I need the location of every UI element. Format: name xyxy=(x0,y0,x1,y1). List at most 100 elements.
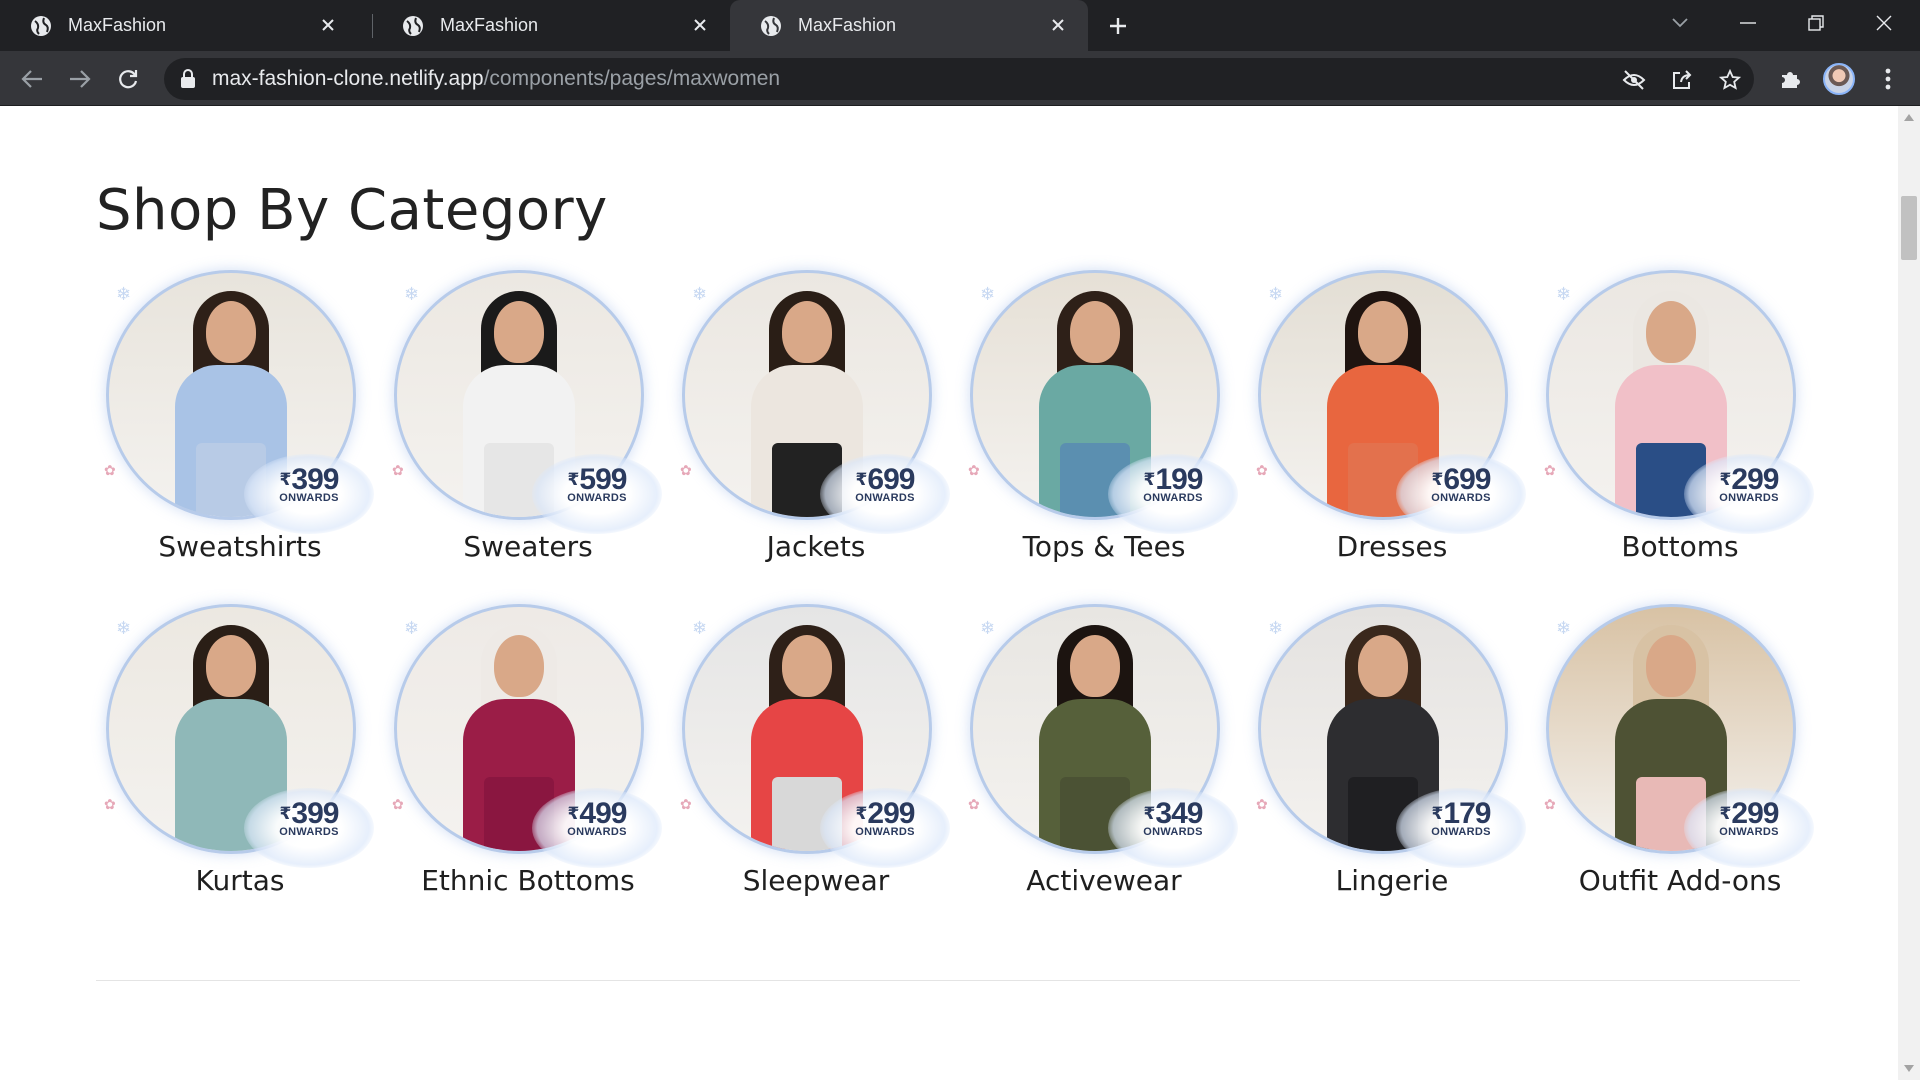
minimize-icon[interactable] xyxy=(1730,8,1766,38)
snowflake-icon: ❄ xyxy=(980,618,996,638)
category-label[interactable]: Sweatshirts xyxy=(96,530,384,563)
close-icon[interactable] xyxy=(1046,13,1070,37)
flower-icon: ✿ xyxy=(1544,462,1556,478)
flower-icon: ✿ xyxy=(1544,796,1556,812)
category-card-tops-tees[interactable]: ❄ ✿ ₹199 ONWARDS Tops & Tees xyxy=(960,266,1248,584)
snowflake-icon: ❄ xyxy=(1268,618,1284,638)
flower-icon: ✿ xyxy=(968,462,980,478)
category-card-lingerie[interactable]: ❄ ✿ ₹179 ONWARDS Lingerie xyxy=(1248,600,1536,918)
page-title: Shop By Category xyxy=(96,178,608,243)
category-label[interactable]: Dresses xyxy=(1248,530,1536,563)
category-label[interactable]: Kurtas xyxy=(96,864,384,897)
browser-tab-strip: MaxFashion MaxFashion MaxFashion xyxy=(0,0,1920,51)
tab-title: MaxFashion xyxy=(68,15,167,35)
category-card-jackets[interactable]: ❄ ✿ ₹699 ONWARDS Jackets xyxy=(672,266,960,584)
snowflake-icon: ❄ xyxy=(980,284,996,304)
price-badge: ₹499 ONWARDS xyxy=(542,799,652,839)
rupee-icon: ₹ xyxy=(567,804,580,823)
category-card-ethnic-bottoms[interactable]: ❄ ✿ ₹499 ONWARDS Ethnic Bottoms xyxy=(384,600,672,918)
scroll-up-arrow-icon[interactable] xyxy=(1904,114,1914,121)
flower-icon: ✿ xyxy=(392,462,404,478)
category-label[interactable]: Outfit Add-ons xyxy=(1536,864,1824,897)
price-note: ONWARDS xyxy=(1719,826,1779,838)
close-window-icon[interactable] xyxy=(1866,8,1902,38)
rupee-icon: ₹ xyxy=(567,470,580,489)
category-card-bottoms[interactable]: ❄ ✿ ₹299 ONWARDS Bottoms xyxy=(1536,266,1824,584)
tab-search-icon[interactable] xyxy=(1662,8,1698,38)
price-badge: ₹599 ONWARDS xyxy=(542,465,652,505)
category-card-sweatshirts[interactable]: ❄ ✿ ₹399 ONWARDS Sweatshirts xyxy=(96,266,384,584)
snowflake-icon: ❄ xyxy=(404,284,420,304)
flower-icon: ✿ xyxy=(104,462,116,478)
category-card-sweaters[interactable]: ❄ ✿ ₹599 ONWARDS Sweaters xyxy=(384,266,672,584)
plus-icon[interactable] xyxy=(1104,12,1132,40)
eye-off-icon[interactable] xyxy=(1621,67,1647,93)
model-head xyxy=(494,301,544,363)
restore-icon[interactable] xyxy=(1798,8,1834,38)
price-note: ONWARDS xyxy=(567,826,627,838)
model-head xyxy=(1358,301,1408,363)
snowflake-icon: ❄ xyxy=(404,618,420,638)
price-badge: ₹299 ONWARDS xyxy=(1694,799,1804,839)
rupee-icon: ₹ xyxy=(1719,470,1732,489)
scroll-down-arrow-icon[interactable] xyxy=(1904,1065,1914,1072)
tab-title: MaxFashion xyxy=(440,15,539,35)
globe-icon xyxy=(30,15,52,37)
flower-icon: ✿ xyxy=(680,796,692,812)
category-label[interactable]: Sleepwear xyxy=(672,864,960,897)
category-label[interactable]: Lingerie xyxy=(1248,864,1536,897)
url-path: /components/pages/maxwomen xyxy=(483,67,781,90)
price-note: ONWARDS xyxy=(1143,492,1203,504)
rupee-icon: ₹ xyxy=(855,804,868,823)
reload-icon[interactable] xyxy=(112,63,144,95)
model-head xyxy=(1358,635,1408,697)
scrollbar-thumb[interactable] xyxy=(1901,196,1917,260)
category-label[interactable]: Sweaters xyxy=(384,530,672,563)
price-badge: ₹299 ONWARDS xyxy=(1694,465,1804,505)
arrow-right-icon[interactable] xyxy=(64,63,96,95)
rupee-icon: ₹ xyxy=(1719,804,1732,823)
price-badge: ₹179 ONWARDS xyxy=(1406,799,1516,839)
rupee-icon: ₹ xyxy=(279,804,292,823)
model-head xyxy=(1646,635,1696,697)
avatar[interactable] xyxy=(1823,63,1855,95)
kebab-menu-icon[interactable] xyxy=(1874,65,1902,93)
address-bar[interactable]: max-fashion-clone.netlify.app/components… xyxy=(164,58,1754,100)
category-label[interactable]: Bottoms xyxy=(1536,530,1824,563)
arrow-left-icon[interactable] xyxy=(16,63,48,95)
price-note: ONWARDS xyxy=(279,826,339,838)
category-card-outfit-add-ons[interactable]: ❄ ✿ ₹299 ONWARDS Outfit Add-ons xyxy=(1536,600,1824,918)
flower-icon: ✿ xyxy=(104,796,116,812)
flower-icon: ✿ xyxy=(1256,462,1268,478)
category-card-sleepwear[interactable]: ❄ ✿ ₹299 ONWARDS Sleepwear xyxy=(672,600,960,918)
flower-icon: ✿ xyxy=(968,796,980,812)
category-label[interactable]: Activewear xyxy=(960,864,1248,897)
price-badge: ₹699 ONWARDS xyxy=(1406,465,1516,505)
browser-tab[interactable]: MaxFashion xyxy=(0,0,358,51)
star-icon[interactable] xyxy=(1717,67,1743,93)
vertical-scrollbar[interactable] xyxy=(1898,106,1920,1080)
model-head xyxy=(206,301,256,363)
snowflake-icon: ❄ xyxy=(692,618,708,638)
rupee-icon: ₹ xyxy=(1143,804,1156,823)
model-head xyxy=(782,301,832,363)
category-label[interactable]: Ethnic Bottoms xyxy=(384,864,672,897)
share-icon[interactable] xyxy=(1669,67,1695,93)
browser-tab-active[interactable]: MaxFashion xyxy=(730,0,1088,51)
price-badge: ₹399 ONWARDS xyxy=(254,465,364,505)
model-head xyxy=(1070,635,1120,697)
browser-tab[interactable]: MaxFashion xyxy=(372,0,730,51)
category-card-activewear[interactable]: ❄ ✿ ₹349 ONWARDS Activewear xyxy=(960,600,1248,918)
puzzle-icon[interactable] xyxy=(1776,65,1804,93)
category-card-kurtas[interactable]: ❄ ✿ ₹399 ONWARDS Kurtas xyxy=(96,600,384,918)
price-note: ONWARDS xyxy=(1719,492,1779,504)
close-icon[interactable] xyxy=(688,13,712,37)
category-label[interactable]: Tops & Tees xyxy=(960,530,1248,563)
category-card-dresses[interactable]: ❄ ✿ ₹699 ONWARDS Dresses xyxy=(1248,266,1536,584)
close-icon[interactable] xyxy=(316,13,340,37)
rupee-icon: ₹ xyxy=(279,470,292,489)
category-label[interactable]: Jackets xyxy=(672,530,960,563)
lock-icon[interactable] xyxy=(180,69,198,89)
section-divider xyxy=(96,980,1800,981)
price-note: ONWARDS xyxy=(855,826,915,838)
